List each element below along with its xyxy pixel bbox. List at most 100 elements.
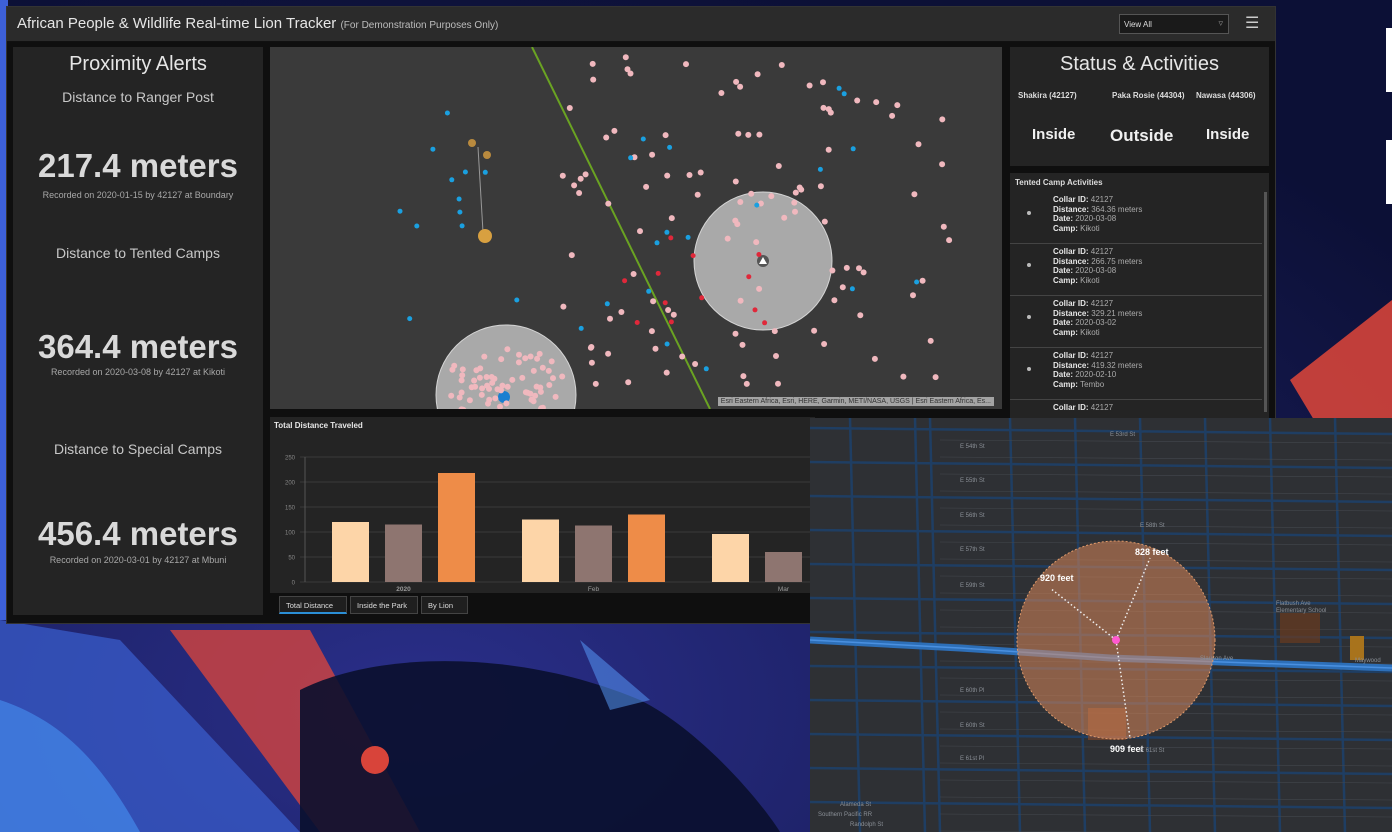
map-attribution[interactable]: Esri Eastern Africa, Esri, HERE, Garmin,… <box>717 397 994 406</box>
lion-location-point[interactable] <box>504 346 511 353</box>
lion-location-point[interactable] <box>683 61 689 68</box>
lion-location-point[interactable] <box>577 175 584 182</box>
lion-location-point[interactable] <box>499 382 506 389</box>
lion-location-point[interactable] <box>871 355 878 362</box>
lion-location-point[interactable] <box>775 380 781 387</box>
lion-location-point[interactable] <box>397 208 403 214</box>
lion-location-point[interactable] <box>668 235 674 241</box>
lion-location-point[interactable] <box>516 351 522 358</box>
tab-inside-the-park[interactable]: Inside the Park <box>350 596 418 614</box>
lion-location-point[interactable] <box>589 60 596 67</box>
lion-location-point[interactable] <box>430 146 436 152</box>
lion-location-point[interactable] <box>817 166 823 172</box>
lion-location-point[interactable] <box>946 237 953 244</box>
lion-location-point[interactable] <box>894 102 901 109</box>
lion-location-point[interactable] <box>694 191 701 198</box>
lion-location-point[interactable] <box>522 355 529 362</box>
lion-location-point[interactable] <box>515 359 522 366</box>
lion-location-point[interactable] <box>414 223 420 229</box>
lion-location-point[interactable] <box>456 394 463 401</box>
lion-location-point[interactable] <box>756 252 762 257</box>
lion-location-point[interactable] <box>590 76 597 83</box>
tab-total-distance[interactable]: Total Distance <box>279 596 347 614</box>
lion-location-point[interactable] <box>932 374 939 381</box>
lion-location-point[interactable] <box>685 234 691 240</box>
activity-item[interactable]: Collar ID: 42127 Distance: 364.36 meters D… <box>1010 192 1262 244</box>
lion-location-point[interactable] <box>459 372 466 379</box>
lion-location-point[interactable] <box>821 341 828 347</box>
lion-location-point[interactable] <box>849 286 855 292</box>
lion-location-point[interactable] <box>841 91 847 97</box>
lion-location-point[interactable] <box>560 303 567 310</box>
lion-location-point[interactable] <box>628 155 634 161</box>
lion-location-point[interactable] <box>603 134 610 141</box>
lion-location-point[interactable] <box>752 307 758 313</box>
lion-location-point[interactable] <box>637 228 643 235</box>
lion-location-point[interactable] <box>449 177 455 183</box>
lion-location-point[interactable] <box>745 131 752 138</box>
lion-location-point[interactable] <box>588 359 595 366</box>
lion-location-point[interactable] <box>703 366 709 372</box>
lion-location-point[interactable] <box>624 66 631 73</box>
lion-location-point[interactable] <box>856 265 862 272</box>
lion-location-point[interactable] <box>456 196 462 202</box>
lion-location-point[interactable] <box>679 353 686 360</box>
street-buffer-map[interactable]: 828 feet 920 feet 909 feet E 53rd St E 5… <box>810 418 1392 832</box>
lion-location-point[interactable] <box>692 361 699 367</box>
lion-location-point[interactable] <box>625 379 632 386</box>
activities-scrollbar[interactable] <box>1264 192 1267 412</box>
lion-location-point[interactable] <box>820 104 827 111</box>
lion-location-point[interactable] <box>775 163 782 169</box>
lion-location-point[interactable] <box>754 202 760 208</box>
lion-location-point[interactable] <box>817 183 824 190</box>
lion-location-point[interactable] <box>550 375 556 382</box>
lion-location-point[interactable] <box>498 356 505 363</box>
lion-location-point[interactable] <box>582 171 589 178</box>
lion-location-point[interactable] <box>732 330 739 337</box>
lion-location-point[interactable] <box>471 377 478 384</box>
lion-location-point[interactable] <box>873 99 880 106</box>
lion-location-point[interactable] <box>640 136 646 142</box>
lion-location-point[interactable] <box>939 161 946 168</box>
lion-location-point[interactable] <box>646 288 652 294</box>
lion-location-point[interactable] <box>503 400 510 407</box>
lion-location-point[interactable] <box>732 217 739 224</box>
lion-location-point[interactable] <box>559 373 566 380</box>
lion-location-point[interactable] <box>829 267 836 274</box>
lion-location-point[interactable] <box>466 397 473 404</box>
lion-location-point[interactable] <box>605 200 612 207</box>
activity-item[interactable]: Collar ID: 42127 Distance: 329.21 meters D… <box>1010 296 1262 348</box>
lion-location-point[interactable] <box>571 182 578 189</box>
lion-location-point[interactable] <box>732 178 739 185</box>
lion-location-point[interactable] <box>634 320 640 325</box>
lion-location-point[interactable] <box>792 208 798 215</box>
lion-location-point[interactable] <box>622 278 628 284</box>
lion-location-point[interactable] <box>481 353 488 360</box>
lion-location-point[interactable] <box>539 364 546 371</box>
lion-location-point[interactable] <box>792 189 799 196</box>
lion-location-point[interactable] <box>478 391 485 398</box>
lion-location-point[interactable] <box>768 193 775 200</box>
lion-location-point[interactable] <box>662 300 668 306</box>
lion-track-point[interactable] <box>483 151 491 159</box>
lion-location-point[interactable] <box>771 328 778 335</box>
lion-location-point[interactable] <box>762 320 768 326</box>
lion-location-point[interactable] <box>670 311 677 318</box>
activity-item[interactable]: Collar ID: 42127 Distance: 266.75 meters D… <box>1010 244 1262 296</box>
lion-location-point[interactable] <box>821 218 828 225</box>
lion-location-point[interactable] <box>607 315 613 322</box>
lion-location-point[interactable] <box>889 112 896 119</box>
lion-location-point[interactable] <box>839 284 846 291</box>
lion-track-point[interactable] <box>468 139 476 147</box>
lion-location-point[interactable] <box>927 337 934 344</box>
lion-location-point[interactable] <box>492 395 499 402</box>
lion-location-point[interactable] <box>667 144 673 150</box>
street-map-canvas[interactable] <box>810 418 1392 832</box>
lion-location-point[interactable] <box>668 319 674 325</box>
lion-location-point[interactable] <box>850 146 856 152</box>
lion-location-point[interactable] <box>664 229 670 235</box>
lion-location-point[interactable] <box>662 132 669 139</box>
view-select-dropdown[interactable]: View All ▿ <box>1119 14 1229 34</box>
lion-location-point[interactable] <box>724 235 731 242</box>
lion-location-point[interactable] <box>462 169 468 175</box>
